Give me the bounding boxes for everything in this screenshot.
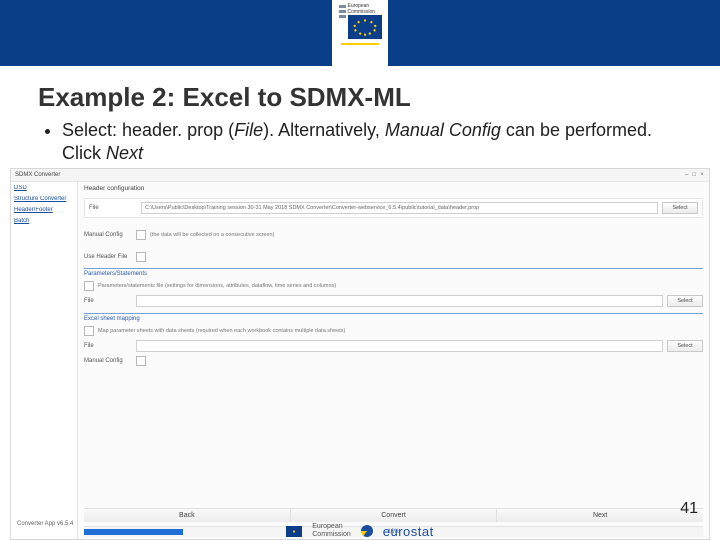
bullet-file-italic: File [234,120,263,140]
sidebar-item-header-footer[interactable]: Header/Footer [14,207,74,213]
eurostat-icon [361,525,373,537]
bullet-text-lead: Select: header. prop ( [62,120,234,140]
manual-config-note: (the data will be collected on a consecu… [150,232,274,238]
manual-config-label: Manual Config [84,232,132,238]
mapping-file-label: File [84,343,132,349]
slide-title: Example 2: Excel to SDMX-ML [0,78,720,113]
mapping-file-field[interactable] [136,340,663,352]
sidebar-item-structure-converter[interactable]: Structure Converter [14,196,74,202]
manual-config-checkbox[interactable] [136,230,146,240]
window-close-icon[interactable]: × [699,172,705,178]
app-main: Header configuration File C:\Users\Publi… [78,181,709,539]
page-number: 41 [680,500,698,518]
slide-footer: European Commission eurostat [0,522,720,540]
slide-bullets: Select: header. prop (File). Alternative… [0,113,720,168]
app-screenshot: SDMX Converter – □ × DSD Structure Conve… [10,168,710,540]
manual-config-bottom-label: Manual Config [84,358,132,364]
mapping-section-label: Excel sheet mapping [84,313,703,322]
back-button[interactable]: Back [84,509,291,522]
sidebar-item-batch[interactable]: Batch [14,218,74,224]
use-header-label: Use Header File [84,254,132,260]
eu-flag-icon [348,15,382,39]
app-sidebar: DSD Structure Converter Header/Footer Ba… [11,181,78,539]
use-header-row: Use Header File [84,252,703,262]
panel-title: Header configuration [84,185,703,192]
parameters-file-label: File [84,298,132,304]
parameters-file-field[interactable] [136,295,663,307]
window-maximize-icon[interactable]: □ [691,172,697,178]
footer-eu-flag-icon [286,526,302,537]
file-label: File [89,205,137,211]
parameters-select-button[interactable]: Select [667,295,703,307]
file-select-button[interactable]: Select [662,202,698,214]
file-group: File C:\Users\Public\Desktop\Training se… [84,198,703,218]
use-header-checkbox[interactable] [136,252,146,262]
window-minimize-icon[interactable]: – [684,172,690,178]
bullet-text-mid: ). Alternatively, [263,120,385,140]
parameters-section-label: Parameters/Statements [84,268,703,277]
eurostat-label: eurostat [383,524,434,539]
sidebar-item-dsd[interactable]: DSD [14,185,74,191]
ec-logo-underline [341,43,379,45]
file-path-field[interactable]: C:\Users\Public\Desktop\Training session… [141,202,658,214]
next-button[interactable]: Next [497,509,703,522]
wizard-footer-buttons: Back Convert Next [84,508,703,522]
mapping-checkbox[interactable] [84,326,94,336]
manual-config-bottom-checkbox[interactable] [136,356,146,366]
parameters-file-checkbox[interactable] [84,281,94,291]
window-title: SDMX Converter [15,172,60,178]
convert-button[interactable]: Convert [291,509,498,522]
ec-logo: European Commission [332,0,388,78]
bullet-1: Select: header. prop (File). Alternative… [62,119,680,164]
ec-banner: European Commission [0,0,720,78]
footer-ec-line1: European [312,523,351,531]
mapping-select-button[interactable]: Select [667,340,703,352]
mapping-note: Map parameter sheets with data sheets (r… [98,328,345,334]
footer-ec-line2: Commission [312,531,351,539]
bullet-next-italic: Next [106,143,143,163]
parameters-file-note: Parameters/statements file (settings for… [98,283,336,289]
window-titlebar: SDMX Converter – □ × [11,169,709,182]
manual-config-bottom-row: Manual Config [84,356,703,366]
manual-config-row: Manual Config (the data will be collecte… [84,230,703,240]
bullet-manual-italic: Manual Config [385,120,501,140]
